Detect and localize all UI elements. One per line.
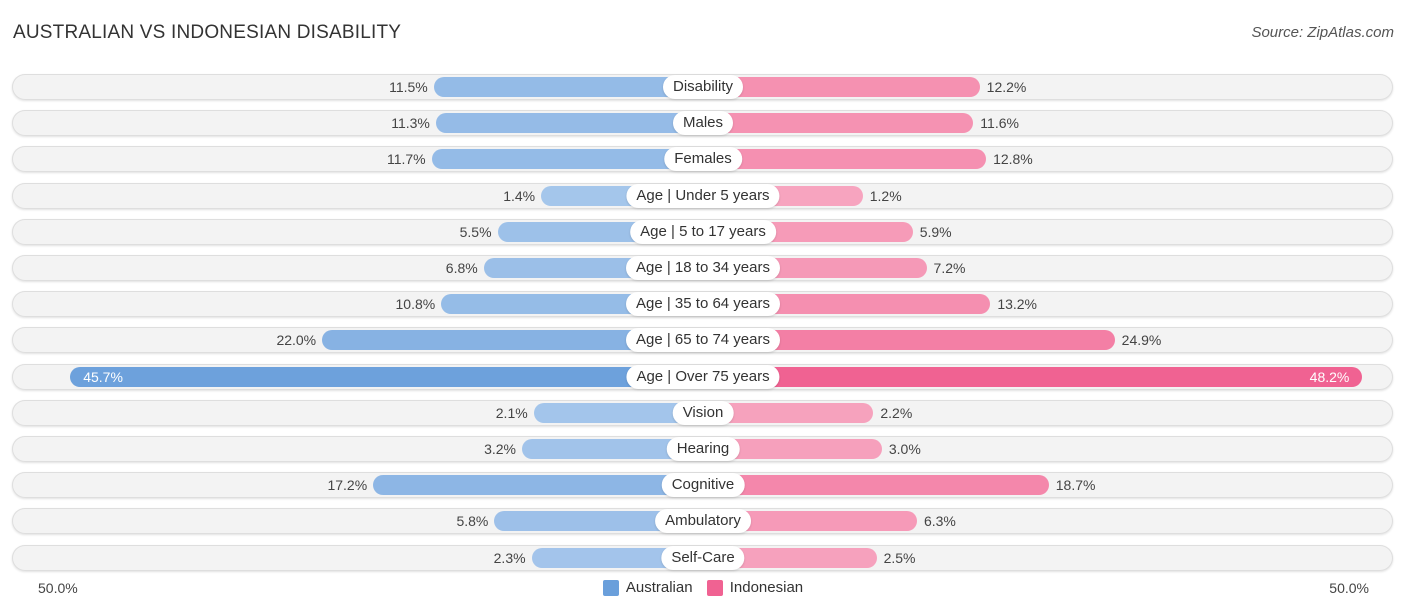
value-label-indonesian: 24.9% [1121,332,1162,349]
value-label-australian: 3.2% [484,441,516,457]
value-label-indonesian: 12.2% [986,79,1027,95]
value-label-australian: 45.7% [83,368,123,385]
bar-indonesian[interactable] [703,149,987,170]
value-label-australian: 5.8% [456,513,489,530]
legend-swatch-indonesian [706,579,723,596]
category-label: Vision [672,400,734,425]
value-label-australian: 5.5% [459,223,492,240]
category-label: Self-Care [661,545,745,570]
value-label-australian: 6.8% [445,260,478,276]
value-label-australian: 11.5% [389,79,428,95]
value-label-indonesian: 11.6% [980,115,1019,132]
bar-australian[interactable] [431,149,703,170]
bar-indonesian[interactable] [703,475,1049,496]
chart-area: 11.5% 12.2% Disability 11.3% 11.6% Males 11.7%… [0,0,1406,612]
category-label: Ambulatory [655,509,751,534]
bar-indonesian[interactable] [703,366,1363,387]
value-label-indonesian: 3.0% [888,441,921,457]
value-label-australian: 2.3% [493,549,526,566]
category-label: Age | Under 5 years [626,183,780,208]
value-label-australian: 11.3% [391,115,430,132]
value-label-indonesian: 5.9% [919,223,952,240]
legend-swatch-australian [602,579,619,596]
value-label-australian: 1.4% [503,187,536,204]
value-label-indonesian: 2.2% [880,404,913,421]
category-label: Males [672,111,734,136]
value-label-indonesian: 1.2% [869,187,902,204]
value-label-australian: 22.0% [276,332,317,349]
value-label-indonesian: 2.5% [883,549,916,566]
legend-item-indonesian[interactable]: Indonesian [706,579,804,596]
legend-label-australian: Australian [625,579,693,596]
value-label-indonesian: 13.2% [997,296,1038,313]
value-label-indonesian: 7.2% [933,260,966,276]
category-label: Age | 18 to 34 years [626,256,780,280]
bar-australian[interactable] [373,475,703,496]
legend: Australian Indonesian [0,579,1406,600]
legend-item-australian[interactable]: Australian [602,579,693,596]
value-label-australian: 17.2% [327,477,368,494]
bar-australian[interactable] [70,366,703,387]
bar-indonesian[interactable] [703,77,980,97]
value-label-indonesian: 18.7% [1055,477,1096,494]
category-label: Age | Over 75 years [626,364,780,389]
legend-label-indonesian: Indonesian [729,579,804,596]
value-label-australian: 11.7% [386,151,426,168]
bar-indonesian[interactable] [703,113,974,134]
bar-australian[interactable] [435,113,703,134]
value-label-indonesian: 48.2% [1309,368,1350,385]
category-label: Cognitive [661,473,745,498]
category-label: Age | 65 to 74 years [626,328,780,353]
value-label-australian: 2.1% [495,404,528,421]
category-label: Females [664,147,742,172]
category-label: Disability [662,75,744,99]
value-label-indonesian: 12.8% [993,151,1033,168]
category-label: Age | 5 to 17 years [630,219,776,244]
category-label: Age | 35 to 64 years [626,292,780,317]
category-label: Hearing [666,437,740,461]
value-label-australian: 10.8% [395,296,436,313]
value-label-indonesian: 6.3% [923,513,956,530]
